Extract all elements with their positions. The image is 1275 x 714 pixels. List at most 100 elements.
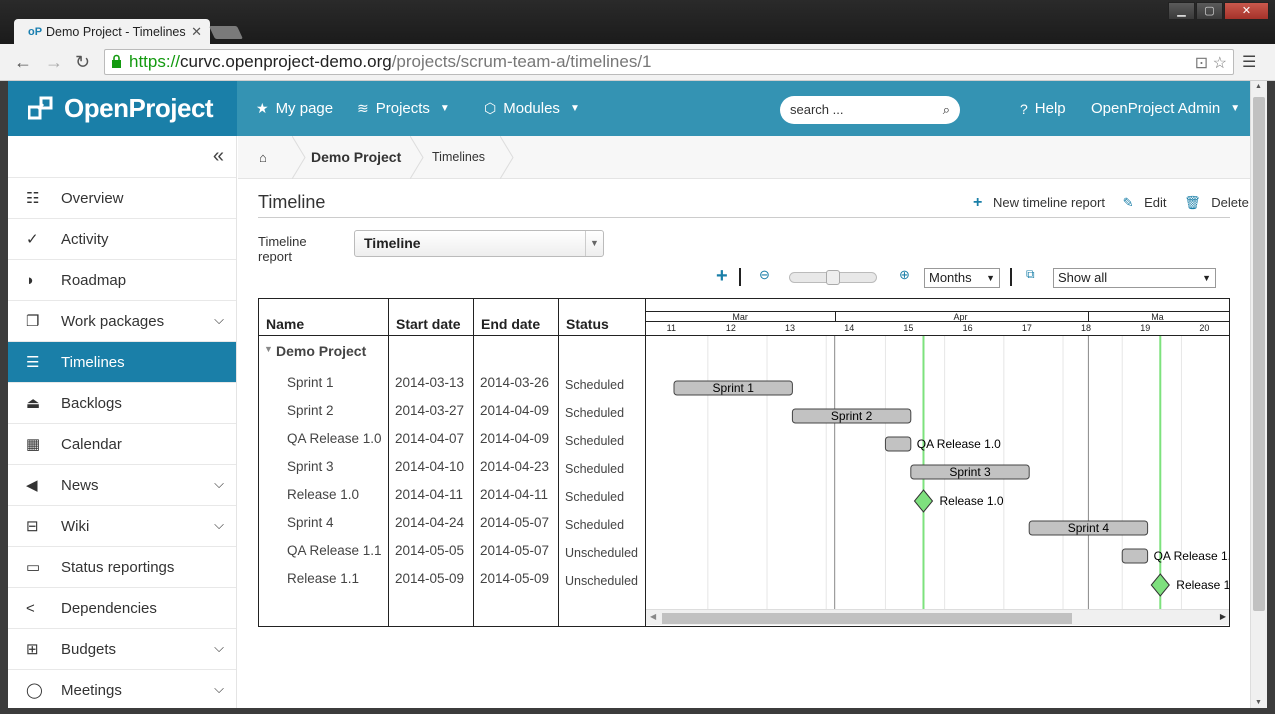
sidebar-item-calendar[interactable]: ▦ Calendar	[8, 423, 236, 464]
new-timeline-report-button[interactable]: + New timeline report	[973, 194, 1112, 211]
row-status: Scheduled	[565, 462, 625, 476]
browser-menu-icon[interactable]: ☰	[1242, 52, 1256, 72]
delete-button[interactable]: 🗑 Delete	[1184, 195, 1250, 210]
home-icon[interactable]: ⌂	[259, 136, 267, 179]
caret-down-icon: ▼	[569, 103, 580, 114]
scroll-up-icon[interactable]: ▲	[1255, 83, 1262, 90]
row-name[interactable]: QA Release 1.0	[287, 431, 382, 446]
sidebar-item-activity[interactable]: ✓ Activity	[8, 218, 236, 259]
openproject-logo-icon	[28, 96, 53, 119]
gantt-bar[interactable]	[884, 436, 912, 452]
search-input[interactable]: search ... ⌕	[780, 96, 960, 124]
back-arrow-icon[interactable]: ←	[14, 52, 32, 73]
page-scrollbar[interactable]: ▲ ▼	[1250, 81, 1267, 708]
chevron-down-icon[interactable]: ⌵	[214, 681, 224, 697]
row-name[interactable]: Sprint 3	[287, 459, 334, 474]
timeline-report-select[interactable]: Timeline ▼	[354, 230, 604, 257]
close-window-icon[interactable]: ✕	[1224, 2, 1269, 20]
reload-icon[interactable]: ↻	[75, 52, 90, 73]
expand-triangle-icon[interactable]: ▼	[264, 344, 273, 354]
outline-icon[interactable]: ⧉	[1026, 267, 1035, 282]
sidebar-item-label: Timelines	[61, 353, 125, 371]
header-name: Name	[266, 316, 305, 332]
week-label: 19	[1140, 323, 1151, 333]
row-name[interactable]: Release 1.0	[287, 487, 359, 502]
outline-select[interactable]: Show all ▼	[1053, 268, 1216, 288]
user-menu[interactable]: OpenProject Admin ▼	[1091, 81, 1240, 136]
milestone-marker[interactable]	[1150, 573, 1170, 597]
sidebar-item-roadmap[interactable]: ◗ Roadmap	[8, 259, 236, 300]
project-row[interactable]: Demo Project	[276, 343, 366, 359]
gantt-scrollbar[interactable]: ◀ ▶	[646, 609, 1229, 625]
modules-menu[interactable]: ⬡ Modules ▼	[484, 81, 580, 136]
scroll-down-icon[interactable]: ▼	[1255, 699, 1262, 706]
sidebar-item-work-packages[interactable]: ❐ Work packages ⌵	[8, 300, 236, 341]
minimize-icon[interactable]: ▁	[1168, 2, 1195, 20]
month-divider	[1088, 312, 1090, 322]
row-status: Unscheduled	[565, 546, 638, 560]
sidebar-item-overview[interactable]: ☷ Overview	[8, 177, 236, 218]
sidebar-item-dependencies[interactable]: < Dependencies	[8, 587, 236, 628]
milestone-marker[interactable]	[913, 489, 934, 513]
row-status: Scheduled	[565, 434, 625, 448]
collapse-sidebar-icon[interactable]: «	[8, 136, 236, 177]
browser-tab[interactable]: oP Demo Project - Timelines ✕	[14, 19, 210, 44]
close-tab-icon[interactable]: ✕	[191, 24, 202, 40]
sidebar-item-label: Overview	[61, 189, 124, 207]
zoom-slider-handle[interactable]	[826, 270, 840, 285]
zoom-slider[interactable]	[789, 270, 877, 285]
breadcrumb-project[interactable]: Demo Project	[311, 136, 401, 179]
week-header: 11 12 13 14 15 16 17 18 19 20	[646, 322, 1229, 336]
sidebar-item-news[interactable]: ◀ News ⌵	[8, 464, 236, 505]
scroll-right-icon[interactable]: ▶	[1220, 612, 1226, 621]
translate-icon[interactable]: ⊡ ☆	[1195, 52, 1227, 76]
row-name[interactable]: Sprint 2	[287, 403, 334, 418]
zoom-out-icon[interactable]: ⊖	[759, 267, 770, 283]
timeline-report-value: Timeline	[364, 235, 421, 251]
page: OpenProject ★ My page ≋ Projects ▼ ⬡ Modules…	[8, 81, 1250, 708]
megaphone-icon: ◀	[26, 477, 38, 494]
gantt-scroll-thumb[interactable]	[662, 613, 1072, 624]
address-bar[interactable]: https://curvc.openproject-demo.org/proje…	[104, 49, 1234, 75]
breadcrumb-separator	[292, 136, 306, 179]
logo[interactable]: OpenProject	[8, 81, 237, 136]
row-start-date: 2014-05-05	[395, 543, 465, 558]
chevron-down-icon[interactable]: ⌵	[214, 312, 224, 328]
scroll-left-icon[interactable]: ◀	[650, 612, 656, 621]
forward-arrow-icon[interactable]: →	[45, 52, 63, 73]
new-tab-button[interactable]	[208, 26, 244, 39]
chevron-down-icon[interactable]: ⌵	[214, 476, 224, 492]
zoom-value: Months	[929, 270, 972, 285]
help-link[interactable]: ? Help	[1020, 81, 1066, 136]
search-icon[interactable]: ⌕	[943, 96, 950, 124]
sidebar-item-backlogs[interactable]: ⏏ Backlogs	[8, 382, 236, 423]
row-name[interactable]: Sprint 1	[287, 375, 334, 390]
sidebar-item-status-reportings[interactable]: ▭ Status reportings	[8, 546, 236, 587]
timeline-table: Name Start date End date Status ▼ Demo P…	[258, 298, 1230, 627]
row-name[interactable]: Sprint 4	[287, 515, 334, 530]
row-end-date: 2014-04-11	[480, 487, 549, 502]
zoom-in-icon[interactable]: ⊕	[899, 267, 910, 283]
window-controls: ▁ ▢ ✕	[1167, 2, 1269, 20]
timeline-icon: ☰	[26, 354, 40, 371]
gantt-bar[interactable]	[1121, 548, 1149, 564]
row-start-date: 2014-03-13	[395, 375, 465, 390]
bookmark-star-icon[interactable]: ☆	[1213, 55, 1227, 72]
sidebar-item-timelines[interactable]: ☰ Timelines	[8, 341, 236, 382]
page-scroll-thumb[interactable]	[1253, 97, 1265, 611]
edit-button[interactable]: ✎ Edit	[1123, 195, 1174, 210]
week-label: 17	[1021, 323, 1032, 333]
my-page-link[interactable]: ★ My page	[256, 81, 333, 136]
chevron-down-icon[interactable]: ⌵	[214, 517, 224, 533]
sidebar-item-wiki[interactable]: ⊟ Wiki ⌵	[8, 505, 236, 546]
zoom-select[interactable]: Months ▼	[924, 268, 1000, 288]
sidebar-item-meetings[interactable]: ◯ Meetings ⌵	[8, 669, 236, 708]
maximize-icon[interactable]: ▢	[1196, 2, 1223, 20]
add-icon[interactable]: +	[716, 265, 728, 287]
chevron-down-icon[interactable]: ⌵	[214, 640, 224, 656]
projects-menu[interactable]: ≋ Projects ▼	[357, 81, 450, 136]
row-name[interactable]: Release 1.1	[287, 571, 359, 586]
row-name[interactable]: QA Release 1.1	[287, 543, 382, 558]
url-path: /projects/scrum-team-a/timelines/1	[391, 52, 652, 71]
sidebar-item-budgets[interactable]: ⊞ Budgets ⌵	[8, 628, 236, 669]
